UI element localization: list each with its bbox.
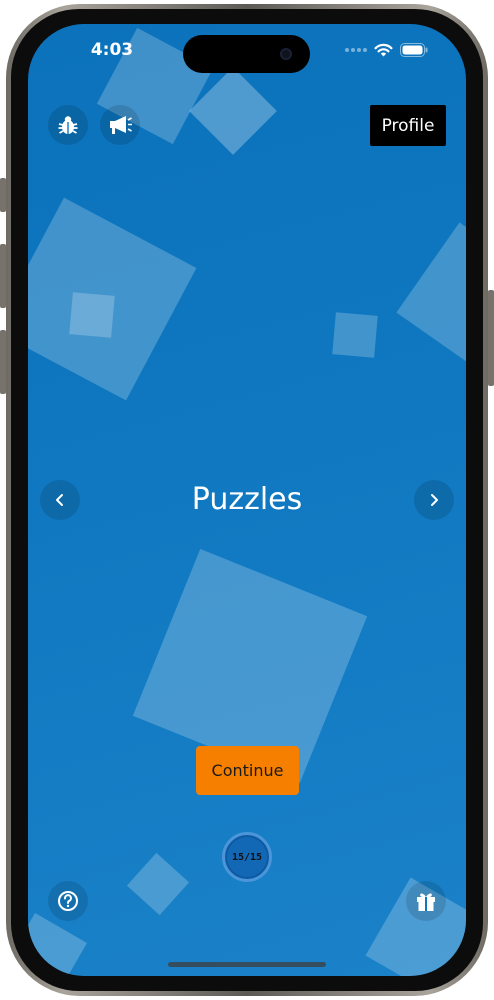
power-button [488,290,494,386]
next-button[interactable] [414,480,454,520]
chevron-right-icon [431,494,438,506]
progress-badge[interactable]: 15/15 [222,832,272,882]
game-mode-title: Puzzles [191,482,303,517]
bg-square [332,312,378,358]
home-indicator [168,962,326,967]
help-button[interactable] [48,881,88,921]
battery-icon [400,43,428,57]
continue-button[interactable]: Continue [196,746,299,795]
wifi-icon [374,43,393,57]
volume-up-button [0,244,6,308]
bg-square [28,913,87,976]
device-frame: 4:03 Profile Puzzles Continue 15/15 [0,0,494,1000]
bg-square [396,222,466,376]
camera-icon [280,48,292,60]
signal-icon [345,48,367,52]
bug-icon [58,116,78,134]
megaphone-icon [110,116,132,134]
gift-icon [417,893,435,911]
action-button [0,178,6,212]
dynamic-island [183,35,310,73]
volume-down-button [0,330,6,394]
bg-square [69,292,115,338]
gift-button[interactable] [406,881,446,921]
debug-button[interactable] [48,105,88,145]
announce-button[interactable] [100,105,140,145]
app-screen: 4:03 Profile Puzzles Continue 15/15 [28,24,466,976]
profile-button[interactable]: Profile [370,105,446,146]
bg-square [126,852,190,916]
status-time: 4:03 [90,40,134,60]
question-icon [58,891,78,911]
status-icons [345,42,428,58]
